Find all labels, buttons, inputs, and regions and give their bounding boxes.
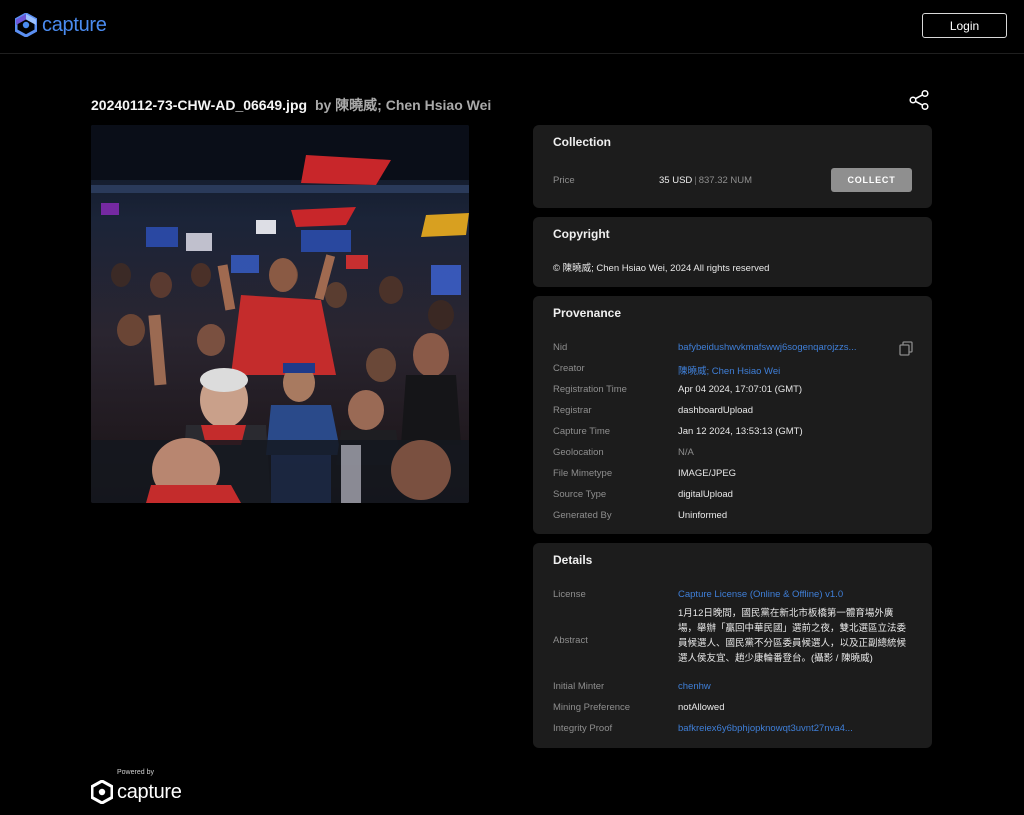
geolocation-value: N/A (678, 447, 694, 458)
geolocation-label: Geolocation (553, 447, 604, 458)
registration-time-label: Registration Time (553, 384, 627, 395)
file-mimetype-value: IMAGE/JPEG (678, 468, 737, 479)
collect-button[interactable]: COLLECT (831, 168, 912, 192)
price-num: 837.32 NUM (698, 175, 753, 186)
mining-preference-label: Mining Preference (553, 702, 631, 713)
generated-by-value: Uninformed (678, 510, 728, 521)
initial-minter-value[interactable]: chenhw (678, 681, 711, 692)
mining-preference-value: notAllowed (678, 702, 725, 713)
generated-by-label: Generated By (553, 510, 612, 521)
price-label: Price (553, 175, 575, 186)
capture-logo-icon (15, 13, 37, 37)
asset-heading: 20240112-73-CHW-AD_06649.jpg by 陳曉威; Che… (91, 95, 491, 115)
license-label: License (553, 589, 586, 600)
login-button[interactable]: Login (922, 13, 1007, 38)
footer-logo[interactable]: capture (91, 780, 182, 804)
copyright-text: © 陳曉威; Chen Hsiao Wei, 2024 All rights r… (553, 263, 770, 274)
copyright-panel: Copyright © 陳曉威; Chen Hsiao Wei, 2024 Al… (533, 217, 932, 287)
nid-value[interactable]: bafybeidushwvkmafswwj6sogenqarojzzs... (678, 342, 856, 353)
share-icon[interactable] (908, 89, 930, 111)
registrar-value: dashboardUpload (678, 405, 754, 416)
price-value: 35 USD | 837.32 NUM (659, 175, 753, 186)
copy-icon[interactable] (898, 340, 914, 356)
source-type-label: Source Type (553, 489, 607, 500)
price-usd: 35 USD (659, 175, 693, 186)
asset-photo (91, 125, 469, 503)
powered-by-label: Powered by (117, 769, 154, 776)
capture-time-label: Capture Time (553, 426, 611, 437)
details-title: Details (553, 553, 593, 567)
file-mimetype-label: File Mimetype (553, 468, 613, 479)
license-value[interactable]: Capture License (Online & Offline) v1.0 (678, 589, 843, 600)
creator-value[interactable]: 陳曉威; Chen Hsiao Wei (678, 363, 780, 377)
top-bar: capture Login (0, 0, 1024, 54)
source-type-value: digitalUpload (678, 489, 733, 500)
registration-time-value: Apr 04 2024, 17:07:01 (GMT) (678, 384, 803, 395)
integrity-proof-value[interactable]: bafkreiex6y6bphjopknowqt3uvnt27nva4... (678, 723, 853, 734)
nid-label: Nid (553, 342, 568, 353)
abstract-label: Abstract (553, 635, 588, 646)
creator-label: Creator (553, 363, 585, 374)
brand-name: capture (42, 13, 107, 36)
collection-panel: Collection Price 35 USD | 837.32 NUM COLLE… (533, 125, 932, 208)
footer-brand-name: capture (117, 780, 182, 803)
asset-filename: 20240112-73-CHW-AD_06649.jpg (91, 97, 308, 113)
asset-byline: by 陳曉威; Chen Hsiao Wei (314, 97, 492, 113)
details-panel: Details License Capture License (Online … (533, 543, 932, 748)
integrity-proof-label: Integrity Proof (553, 723, 613, 734)
provenance-title: Provenance (553, 306, 622, 320)
provenance-panel: Provenance Nid bafybeidushwvkmafswwj6sog… (533, 296, 932, 534)
collection-title: Collection (553, 135, 612, 149)
abstract-value: 1月12日晚間，國民黨在新北市板橋第一體育場外廣場，舉辦「贏回中華民國」選前之夜… (678, 608, 907, 664)
registrar-label: Registrar (553, 405, 592, 416)
capture-logo-icon (91, 780, 113, 804)
capture-logo[interactable]: capture (15, 13, 107, 37)
initial-minter-label: Initial Minter (553, 681, 605, 692)
capture-time-value: Jan 12 2024, 13:53:13 (GMT) (678, 426, 803, 437)
copyright-title: Copyright (553, 227, 610, 241)
rally-photo-image (91, 125, 469, 503)
